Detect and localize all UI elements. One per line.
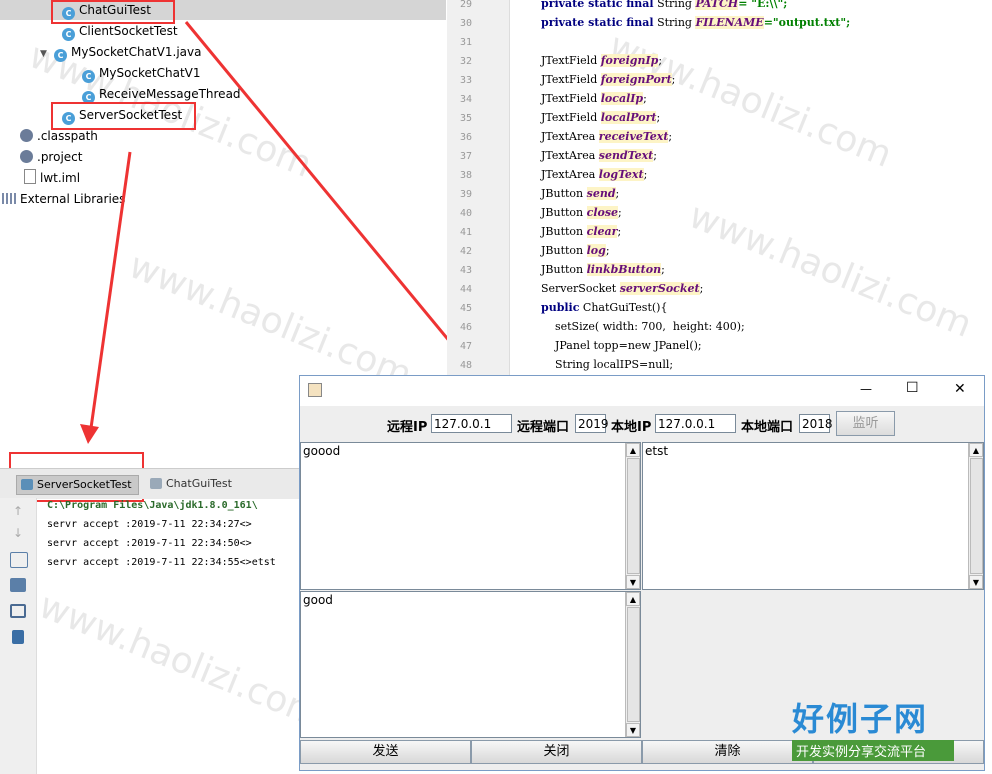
- scroll-thumb[interactable]: [627, 607, 640, 722]
- scroll-up-icon[interactable]: ▲: [969, 443, 983, 457]
- line-number: 37: [459, 151, 472, 162]
- code-line: JTextField foreignIp;: [541, 54, 663, 67]
- remote-port-field[interactable]: 2019: [575, 414, 609, 433]
- logo-subtitle: 开发实例分享交流平台: [792, 740, 954, 761]
- site-logo: 好例子网 开发实例分享交流平台: [792, 700, 954, 761]
- code-line: JButton linkbButton;: [541, 263, 665, 276]
- line-number: 34: [459, 94, 472, 105]
- line-number: 32: [459, 56, 472, 67]
- line-number: 31: [459, 37, 472, 48]
- tab-label: ServerSocketTest: [37, 478, 132, 491]
- scroll-thumb[interactable]: [970, 458, 983, 574]
- code-line: JTextArea logText;: [541, 168, 648, 181]
- run-toolbar: ↑ ↓: [0, 498, 37, 774]
- scroll-thumb[interactable]: [627, 458, 640, 574]
- logo-title: 好例子网: [792, 700, 929, 738]
- arrow-to-java-window: [184, 21, 486, 384]
- window-title-bar: — ☐ ✕: [300, 376, 984, 406]
- remote-ip-field[interactable]: 127.0.0.1: [431, 414, 512, 433]
- scrollbar[interactable]: ▲ ▼: [625, 443, 640, 589]
- scrollbar[interactable]: ▲ ▼: [625, 592, 640, 737]
- listen-button[interactable]: 监听: [836, 411, 895, 436]
- line-number: 46: [459, 322, 472, 333]
- line-number: 33: [459, 75, 472, 86]
- code-line: private static final String PATCH= "E:\\…: [541, 0, 787, 10]
- scrollbar[interactable]: ▲ ▼: [968, 443, 983, 589]
- java-icon: [308, 383, 322, 397]
- line-number: 30: [459, 18, 472, 29]
- scroll-up-icon[interactable]: ▲: [626, 443, 640, 457]
- line-number: 35: [459, 113, 472, 124]
- send-text: good: [303, 593, 333, 607]
- line-number: 41: [459, 227, 472, 238]
- line-number: 40: [459, 208, 472, 219]
- code-line: JTextField localIp;: [541, 92, 647, 105]
- remote-port-label: 远程端口: [517, 420, 570, 435]
- scroll-down-icon[interactable]: ▼: [626, 723, 640, 737]
- arrow-to-run-tab: [89, 151, 132, 429]
- close-button[interactable]: 关闭: [471, 740, 642, 764]
- tab-label: ChatGuiTest: [166, 477, 232, 490]
- run-icon: [150, 478, 162, 489]
- code-line: JTextField localPort;: [541, 111, 661, 124]
- console-line: C:\Program Files\Java\jdk1.8.0_161\: [47, 500, 258, 511]
- code-line: public ChatGuiTest(){: [541, 301, 668, 314]
- code-line: JTextArea receiveText;: [541, 130, 673, 143]
- scroll-to-end-icon[interactable]: [10, 578, 26, 592]
- minimize-button[interactable]: —: [860, 382, 872, 396]
- down-arrow-icon[interactable]: ↓: [10, 526, 26, 540]
- scroll-down-icon[interactable]: ▼: [626, 575, 640, 589]
- console-line: servr accept :2019-7-11 22:34:50<>: [47, 538, 252, 549]
- trash-icon[interactable]: [12, 630, 24, 644]
- line-number: 29: [459, 0, 472, 10]
- line-number: 39: [459, 189, 472, 200]
- local-port-field[interactable]: 2018: [799, 414, 833, 433]
- send-text-area[interactable]: good ▲ ▼: [300, 591, 641, 738]
- line-number: 42: [459, 246, 472, 257]
- up-arrow-icon[interactable]: ↑: [10, 504, 26, 518]
- print-icon[interactable]: [10, 604, 26, 618]
- code-line: JButton send;: [541, 187, 620, 200]
- receive-text-area[interactable]: goood ▲ ▼: [300, 442, 641, 590]
- tab-serversockettest[interactable]: ServerSocketTest: [16, 475, 139, 495]
- wrap-icon[interactable]: [10, 552, 28, 568]
- local-port-label: 本地端口: [741, 420, 794, 435]
- clear-button[interactable]: 清除: [642, 740, 813, 764]
- code-line: setSize( width: 700, height: 400);: [541, 320, 745, 333]
- line-number: 44: [459, 284, 472, 295]
- line-number: 38: [459, 170, 472, 181]
- line-number: 45: [459, 303, 472, 314]
- run-icon: [21, 479, 33, 490]
- code-line: JButton close;: [541, 206, 622, 219]
- code-line: JPanel topp=new JPanel();: [541, 339, 702, 352]
- remote-ip-label: 远程IP: [387, 420, 428, 435]
- send-button[interactable]: 发送: [300, 740, 471, 764]
- local-ip-label: 本地IP: [611, 420, 652, 435]
- code-line: JTextField foreignPort;: [541, 73, 676, 86]
- log-text: etst: [645, 444, 669, 458]
- line-number: 47: [459, 341, 472, 352]
- tab-chatguitest[interactable]: ChatGuiTest: [146, 475, 238, 493]
- line-number: 36: [459, 132, 472, 143]
- maximize-button[interactable]: ☐: [906, 380, 919, 396]
- scroll-down-icon[interactable]: ▼: [969, 575, 983, 589]
- code-line: JTextArea sendText;: [541, 149, 657, 162]
- close-window-button[interactable]: ✕: [954, 381, 966, 397]
- code-line: JButton clear;: [541, 225, 622, 238]
- log-text-area[interactable]: etst ▲ ▼: [642, 442, 984, 590]
- code-line: JButton log;: [541, 244, 610, 257]
- line-number: 48: [459, 360, 472, 371]
- code-line: String localIPS=null;: [541, 358, 674, 371]
- console-line: servr accept :2019-7-11 22:34:27<>: [47, 519, 252, 530]
- line-number: 43: [459, 265, 472, 276]
- console-line: servr accept :2019-7-11 22:34:55<>etst: [47, 557, 276, 568]
- local-ip-field[interactable]: 127.0.0.1: [655, 414, 736, 433]
- receive-text: goood: [303, 444, 341, 458]
- scroll-up-icon[interactable]: ▲: [626, 592, 640, 606]
- code-line: private static final String FILENAME="ou…: [541, 16, 851, 29]
- code-line: ServerSocket serverSocket;: [541, 282, 704, 295]
- arrow-head: [80, 424, 99, 444]
